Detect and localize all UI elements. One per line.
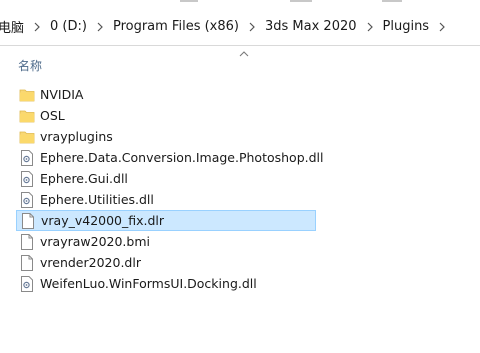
- list-item[interactable]: OSL: [16, 105, 316, 126]
- dll-file-icon: [19, 275, 35, 292]
- list-item[interactable]: Ephere.Utilities.dll: [16, 189, 316, 210]
- chevron-right-icon[interactable]: [89, 15, 111, 39]
- breadcrumb-item-drive[interactable]: 0 (D:): [48, 15, 89, 39]
- window-top-edge: [0, 0, 480, 6]
- file-name: vrayplugins: [40, 129, 113, 144]
- list-item[interactable]: Ephere.Data.Conversion.Image.Photoshop.d…: [16, 147, 324, 168]
- toolbar-remnant: [382, 0, 402, 2]
- blank-file-icon: [19, 254, 35, 271]
- file-name: Ephere.Utilities.dll: [40, 192, 154, 207]
- address-bar[interactable]: 电脑 0 (D:) Program Files (x86) 3ds Max 20…: [0, 8, 480, 46]
- breadcrumb-item-3dsmax[interactable]: 3ds Max 2020: [263, 15, 359, 39]
- sort-ascending-icon: [239, 51, 249, 57]
- dll-file-icon: [19, 170, 35, 187]
- list-item[interactable]: Ephere.Gui.dll: [16, 168, 316, 189]
- file-name: vray_v42000_fix.dlr: [41, 213, 165, 228]
- blank-file-icon: [20, 212, 36, 229]
- column-header-name[interactable]: 名称: [18, 57, 42, 74]
- chevron-right-icon[interactable]: [359, 15, 381, 39]
- list-item-selected[interactable]: vray_v42000_fix.dlr: [16, 210, 316, 231]
- list-item[interactable]: vrender2020.dlr: [16, 252, 316, 273]
- file-name: vrender2020.dlr: [40, 255, 141, 270]
- list-item[interactable]: vrayraw2020.bmi: [16, 231, 316, 252]
- file-name: Ephere.Data.Conversion.Image.Photoshop.d…: [40, 150, 324, 165]
- column-header: 名称: [0, 46, 480, 82]
- folder-icon: [19, 108, 35, 124]
- list-item[interactable]: vrayplugins: [16, 126, 316, 147]
- file-name: WeifenLuo.WinFormsUI.Docking.dll: [40, 276, 257, 291]
- toolbar-remnant: [180, 0, 198, 2]
- breadcrumb-item-program-files[interactable]: Program Files (x86): [111, 15, 241, 39]
- dll-file-icon: [19, 191, 35, 208]
- list-item[interactable]: WeifenLuo.WinFormsUI.Docking.dll: [16, 273, 316, 294]
- toolbar-remnant: [290, 0, 312, 2]
- chevron-right-icon[interactable]: [431, 15, 453, 39]
- chevron-right-icon[interactable]: [26, 15, 48, 39]
- folder-icon: [19, 87, 35, 103]
- file-name: NVIDIA: [40, 87, 84, 102]
- folder-icon: [19, 129, 35, 145]
- file-name: Ephere.Gui.dll: [40, 171, 128, 186]
- file-name: vrayraw2020.bmi: [40, 234, 150, 249]
- breadcrumb-item-computer[interactable]: 电脑: [0, 15, 26, 39]
- file-name: OSL: [40, 108, 65, 123]
- chevron-right-icon[interactable]: [241, 15, 263, 39]
- list-item[interactable]: NVIDIA: [16, 84, 316, 105]
- blank-file-icon: [19, 233, 35, 250]
- dll-file-icon: [19, 149, 35, 166]
- breadcrumb-item-plugins[interactable]: Plugins: [381, 15, 432, 39]
